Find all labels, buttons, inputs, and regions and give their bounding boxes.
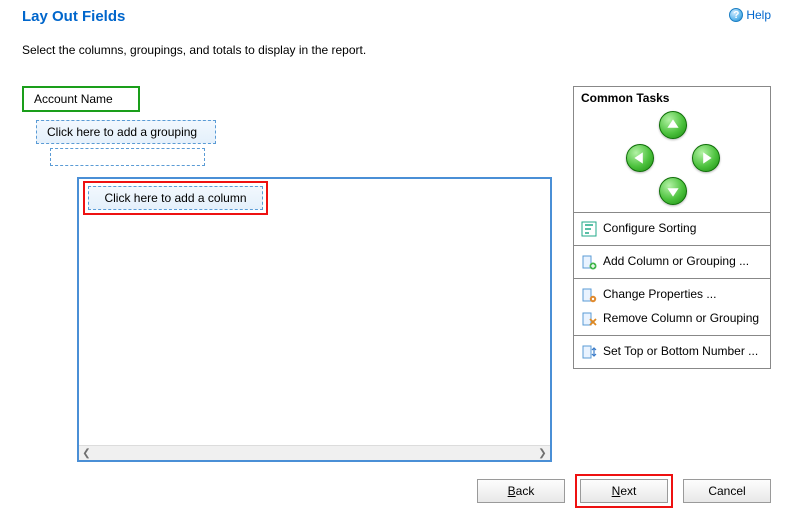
common-tasks-title: Common Tasks bbox=[574, 87, 770, 108]
set-top-bottom-link[interactable]: Set Top or Bottom Number ... bbox=[574, 340, 770, 364]
move-arrow-pad bbox=[574, 108, 770, 213]
top-bottom-icon bbox=[581, 344, 597, 360]
add-column-grouping-link[interactable]: Add Column or Grouping ... bbox=[574, 250, 770, 274]
move-up-button[interactable] bbox=[659, 111, 687, 139]
page-title: Lay Out Fields bbox=[22, 8, 125, 25]
scroll-right-icon[interactable]: ❯ bbox=[535, 446, 550, 461]
columns-canvas: Click here to add a column ❮ ❯ bbox=[77, 177, 552, 462]
properties-icon bbox=[581, 287, 597, 303]
configure-sorting-link[interactable]: Configure Sorting bbox=[574, 217, 770, 241]
cancel-button-label: Cancel bbox=[708, 484, 745, 498]
arrow-right-icon bbox=[699, 151, 713, 165]
remove-column-grouping-link[interactable]: Remove Column or Grouping bbox=[574, 307, 770, 331]
instruction-text: Select the columns, groupings, and total… bbox=[0, 25, 793, 67]
empty-grouping-slot[interactable] bbox=[50, 148, 205, 166]
wizard-button-row: Back Next Cancel bbox=[477, 474, 771, 508]
next-button-rest: ext bbox=[620, 484, 636, 498]
next-button-highlight: Next bbox=[575, 474, 673, 508]
horizontal-scrollbar[interactable]: ❮ ❯ bbox=[79, 445, 550, 460]
add-grouping-placeholder[interactable]: Click here to add a grouping bbox=[36, 120, 216, 144]
configure-sorting-label: Configure Sorting bbox=[603, 221, 696, 237]
help-icon: ? bbox=[729, 8, 743, 22]
help-label: Help bbox=[746, 8, 771, 22]
move-left-button[interactable] bbox=[626, 144, 654, 172]
arrow-down-icon bbox=[666, 184, 680, 198]
sort-icon bbox=[581, 221, 597, 237]
remove-column-icon bbox=[581, 311, 597, 327]
next-button[interactable]: Next bbox=[580, 479, 668, 503]
arrow-up-icon bbox=[666, 118, 680, 132]
cancel-button[interactable]: Cancel bbox=[683, 479, 771, 503]
add-column-icon bbox=[581, 254, 597, 270]
arrow-left-icon bbox=[633, 151, 647, 165]
change-properties-label: Change Properties ... bbox=[603, 287, 716, 303]
add-column-highlight: Click here to add a column bbox=[83, 181, 268, 215]
change-properties-link[interactable]: Change Properties ... bbox=[574, 283, 770, 307]
remove-column-grouping-label: Remove Column or Grouping bbox=[603, 311, 759, 327]
back-button-rest: ack bbox=[516, 484, 535, 498]
move-down-button[interactable] bbox=[659, 177, 687, 205]
add-column-grouping-label: Add Column or Grouping ... bbox=[603, 254, 749, 270]
help-link[interactable]: ? Help bbox=[729, 8, 771, 22]
scroll-left-icon[interactable]: ❮ bbox=[79, 446, 94, 461]
account-name-field[interactable]: Account Name bbox=[22, 86, 140, 112]
add-column-placeholder[interactable]: Click here to add a column bbox=[88, 186, 263, 210]
common-tasks-panel: Common Tasks Configure Sorting Add Colum… bbox=[573, 86, 771, 369]
move-right-button[interactable] bbox=[692, 144, 720, 172]
layout-workspace: Account Name Click here to add a groupin… bbox=[22, 86, 557, 462]
back-button[interactable]: Back bbox=[477, 479, 565, 503]
set-top-bottom-label: Set Top or Bottom Number ... bbox=[603, 344, 758, 360]
